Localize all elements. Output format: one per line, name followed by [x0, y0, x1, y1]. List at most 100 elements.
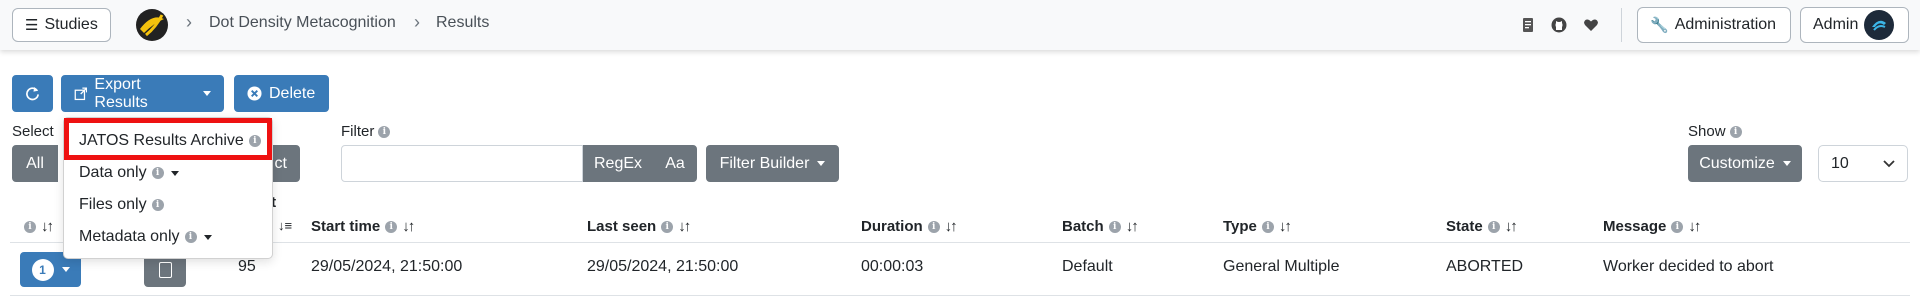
- customize-label: Customize: [1699, 154, 1775, 172]
- sort-icon[interactable]: ↓↑: [945, 218, 958, 235]
- studies-button[interactable]: ☰ Studies: [12, 8, 111, 42]
- refresh-icon: [26, 86, 39, 101]
- info-icon: i: [151, 167, 164, 179]
- export-results-label: Export Results: [94, 75, 148, 111]
- page-size-value: 10: [1831, 154, 1849, 172]
- documentation-icon[interactable]: [1520, 17, 1536, 33]
- chevron-down-icon: [170, 170, 179, 176]
- menu-item-label: Data only: [79, 164, 147, 181]
- sort-descending-icon[interactable]: ↓≡: [278, 218, 292, 233]
- info-icon: i: [385, 220, 398, 233]
- breadcrumb-separator: ›: [414, 12, 420, 32]
- select-column-header: i ↓↑: [24, 218, 54, 235]
- top-navbar: ☰ Studies › Dot Density Metacognition › …: [0, 0, 1920, 50]
- column-label: Message: [1603, 218, 1667, 235]
- administration-label: Administration: [1674, 16, 1777, 33]
- info-icon: i: [661, 220, 674, 233]
- page-size-select[interactable]: 10: [1818, 145, 1908, 182]
- navbar-divider: [1621, 8, 1622, 42]
- administration-button[interactable]: 🔧 Administration: [1637, 7, 1791, 43]
- customize-button[interactable]: Customize: [1688, 145, 1802, 182]
- type-cell: General Multiple: [1223, 258, 1340, 275]
- sort-icon[interactable]: ↓↑: [1279, 218, 1292, 235]
- chevron-down-icon: [203, 234, 212, 240]
- info-icon: i: [927, 220, 940, 233]
- sort-icon[interactable]: ↓↑: [1126, 218, 1139, 235]
- column-header-message[interactable]: Message i ↓↑: [1603, 218, 1701, 235]
- column-label: State: [1446, 218, 1483, 235]
- info-icon: i: [24, 220, 36, 233]
- user-label: Admin: [1813, 16, 1859, 33]
- jatos-logo[interactable]: [134, 7, 170, 43]
- delete-button[interactable]: Delete: [234, 75, 329, 112]
- info-icon: i: [378, 125, 391, 138]
- column-header-start-time[interactable]: Start time i ↓↑: [311, 218, 415, 235]
- info-icon: i: [1261, 220, 1274, 233]
- menu-item-data-only[interactable]: Data only i: [79, 164, 179, 182]
- heart-icon[interactable]: [1583, 17, 1599, 33]
- breadcrumb-results: Results: [436, 14, 490, 31]
- table-header-divider: [10, 242, 1910, 243]
- sort-icon[interactable]: ↓↑: [402, 218, 415, 235]
- column-label: Last seen: [587, 218, 657, 235]
- hamburger-icon: ☰: [25, 17, 39, 34]
- regex-label: RegEx: [593, 154, 643, 172]
- column-label: Type: [1223, 218, 1257, 235]
- info-icon: i: [184, 231, 197, 243]
- sort-icon[interactable]: ↓↑: [1505, 218, 1518, 235]
- batch-cell: Default: [1062, 258, 1113, 275]
- breadcrumb-study[interactable]: Dot Density Metacognition: [209, 14, 396, 32]
- info-icon: i: [151, 199, 164, 211]
- user-menu-button[interactable]: Admin: [1800, 7, 1909, 43]
- close-circle-icon: [247, 86, 262, 101]
- checkbox-icon: [158, 261, 172, 278]
- wrench-icon: 🔧: [1650, 17, 1669, 34]
- info-icon: i: [1108, 220, 1121, 233]
- info-icon: i: [1729, 125, 1742, 138]
- filter-label-text: Filter: [341, 123, 375, 140]
- menu-item-files-only[interactable]: Files only i: [79, 196, 164, 214]
- avatar: [1864, 10, 1895, 40]
- select-all-button[interactable]: All: [12, 145, 58, 182]
- menu-item-label: Metadata only: [79, 228, 180, 245]
- state-cell: ABORTED: [1446, 258, 1524, 275]
- chevron-down-icon: [61, 267, 70, 272]
- highlight-box: [64, 118, 272, 160]
- user-avatar-icon: [1872, 20, 1887, 31]
- filter-builder-label: Filter Builder: [719, 154, 810, 172]
- external-link-icon: [74, 87, 88, 100]
- refresh-button[interactable]: [12, 75, 53, 112]
- info-icon: i: [1671, 220, 1684, 233]
- regex-toggle-button[interactable]: RegEx: [583, 145, 653, 182]
- menu-item-metadata-only[interactable]: Metadata only i: [79, 228, 212, 246]
- sort-icon[interactable]: ↓↑: [1688, 218, 1701, 235]
- filter-input[interactable]: [341, 145, 583, 182]
- sort-icon[interactable]: ↓↑: [41, 218, 54, 235]
- result-id-cell: 95: [238, 258, 256, 275]
- column-header-type[interactable]: Type i ↓↑: [1223, 218, 1292, 235]
- chevron-down-icon: [1782, 161, 1791, 166]
- column-header-duration[interactable]: Duration i ↓↑: [861, 218, 958, 235]
- row-number-badge: 1: [31, 258, 54, 281]
- deselect-label: ct: [274, 154, 287, 172]
- column-label: Batch: [1062, 218, 1104, 235]
- column-label: Duration: [861, 218, 923, 235]
- github-icon[interactable]: [1551, 17, 1567, 33]
- breadcrumb-separator: ›: [186, 12, 192, 32]
- case-sensitive-toggle-button[interactable]: Aa: [653, 145, 697, 182]
- studies-label: Studies: [44, 16, 98, 33]
- export-results-button[interactable]: Export Results: [61, 75, 224, 112]
- chevron-down-icon: [817, 161, 826, 166]
- message-cell: Worker decided to abort: [1603, 258, 1774, 275]
- case-sensitive-label: Aa: [665, 154, 685, 172]
- last-seen-cell: 29/05/2024, 21:50:00: [587, 258, 739, 275]
- start-time-cell: 29/05/2024, 21:50:00: [311, 258, 463, 275]
- column-header-batch[interactable]: Batch i ↓↑: [1062, 218, 1139, 235]
- column-header-last-seen[interactable]: Last seen i ↓↑: [587, 218, 691, 235]
- column-header-state[interactable]: State i ↓↑: [1446, 218, 1518, 235]
- filter-label: Filter i: [341, 123, 391, 140]
- filter-builder-button[interactable]: Filter Builder: [706, 145, 839, 182]
- show-label-text: Show: [1688, 123, 1726, 140]
- chevron-down-icon: [203, 91, 211, 96]
- sort-icon[interactable]: ↓↑: [678, 218, 691, 235]
